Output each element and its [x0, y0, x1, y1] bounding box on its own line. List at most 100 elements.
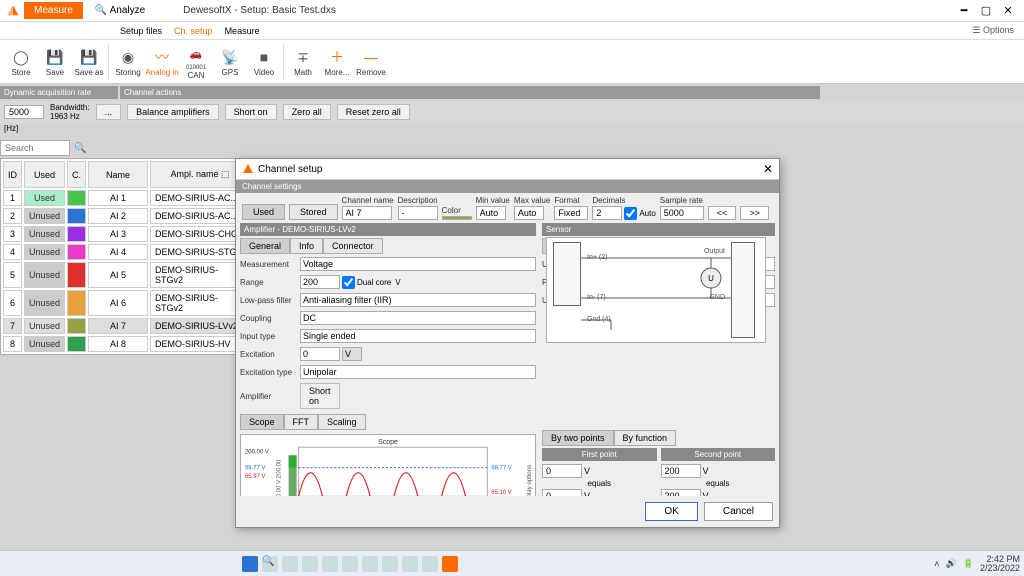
ribbon-remove[interactable]: —Remove — [354, 46, 388, 77]
tab-fft[interactable]: FFT — [284, 414, 319, 430]
more-rate-button[interactable]: ... — [96, 104, 122, 120]
explorer-icon[interactable] — [302, 556, 318, 572]
next-channel-button[interactable]: >> — [740, 206, 769, 220]
ok-button[interactable]: OK — [645, 502, 697, 521]
plus-icon: ＋ — [320, 46, 354, 68]
svg-text:Scope: Scope — [378, 439, 398, 446]
second-point-header: Second point — [661, 448, 776, 461]
svg-text:U: U — [708, 274, 714, 283]
ribbon-more[interactable]: ＋More... — [320, 46, 354, 77]
options-link[interactable]: ☰ Options — [972, 25, 1024, 36]
dialog-titlebar: Channel setup ✕ — [236, 159, 779, 180]
dualcore-checkbox[interactable] — [342, 276, 355, 289]
excitation-unit[interactable]: V — [342, 347, 362, 361]
tray-wifi-icon[interactable]: 🔊 — [946, 558, 957, 569]
inputtype-select[interactable]: Single ended — [300, 329, 536, 343]
ribbon-math[interactable]: ∓Math — [286, 46, 320, 77]
tab-two-points[interactable]: By two points — [542, 430, 614, 446]
minimize-icon[interactable]: ━ — [954, 4, 974, 17]
decimals-input[interactable] — [592, 206, 622, 220]
svg-text:Display options: Display options — [527, 465, 533, 496]
ribbon-video[interactable]: ■Video — [247, 46, 281, 77]
ribbon-can[interactable]: 🚗010001CAN — [179, 43, 213, 80]
stored-toggle[interactable]: Stored — [289, 204, 338, 220]
p2-input-a[interactable] — [661, 464, 701, 478]
tab-connector[interactable]: Connector — [323, 238, 383, 254]
color-picker[interactable] — [442, 216, 472, 220]
subtab-setup-files[interactable]: Setup files — [120, 26, 162, 36]
range-select[interactable]: 200 — [300, 275, 340, 289]
col-color[interactable]: C. — [67, 161, 86, 188]
svg-text:65.10 V: 65.10 V — [491, 490, 511, 496]
amplifier-header: Amplifier - DEMO-SIRIUS-LVv2 — [240, 223, 536, 236]
measurement-select[interactable]: Voltage — [300, 257, 536, 271]
app4-icon[interactable] — [422, 556, 438, 572]
channel-settings-row: Used Stored Channel name Description Col… — [236, 193, 779, 223]
resetzero-button[interactable]: Reset zero all — [337, 104, 410, 120]
auto-decimals-checkbox[interactable] — [624, 207, 637, 220]
system-tray[interactable]: ˄ 🔊 🔋 2:42 PM 2/23/2022 — [934, 555, 1020, 573]
start-icon[interactable] — [242, 556, 258, 572]
used-toggle[interactable]: Used — [242, 204, 285, 220]
coupling-select[interactable]: DC — [300, 311, 536, 325]
app2-icon[interactable] — [382, 556, 398, 572]
edge-icon[interactable] — [322, 556, 338, 572]
ribbon-storing[interactable]: ◉Storing — [111, 46, 145, 77]
search-task-icon[interactable]: 🔍 — [262, 556, 278, 572]
balance-button[interactable]: Balance amplifiers — [127, 104, 219, 120]
ribbon-gps[interactable]: 📡GPS — [213, 46, 247, 77]
dewesoft-task-icon[interactable] — [442, 556, 458, 572]
format-select[interactable]: Fixed — [554, 206, 588, 220]
min-input[interactable] — [476, 206, 506, 220]
tab-general[interactable]: General — [240, 238, 290, 254]
prev-channel-button[interactable]: << — [708, 206, 737, 220]
col-id[interactable]: ID — [3, 161, 22, 188]
description-input[interactable] — [398, 206, 438, 220]
subtab-measure[interactable]: Measure — [225, 26, 260, 36]
maximize-icon[interactable]: ▢ — [976, 4, 996, 17]
excitation-select[interactable]: 0 — [300, 347, 340, 361]
close-icon[interactable]: ✕ — [998, 4, 1018, 17]
app3-icon[interactable] — [402, 556, 418, 572]
channel-name-input[interactable] — [342, 206, 392, 220]
max-input[interactable] — [514, 206, 544, 220]
shorton-button[interactable]: Short on — [225, 104, 277, 120]
ribbon-saveas[interactable]: 💾Save as — [72, 46, 106, 77]
sample-rate-select[interactable]: 5000 — [660, 206, 704, 220]
search-input[interactable] — [0, 140, 70, 156]
store-icon[interactable] — [342, 556, 358, 572]
tab-scope[interactable]: Scope — [240, 414, 284, 430]
ribbon-save[interactable]: 💾Save — [38, 46, 72, 77]
tab-by-function[interactable]: By function — [614, 430, 677, 446]
tab-info[interactable]: Info — [290, 238, 323, 254]
analyze-label: Analyze — [110, 5, 146, 16]
first-point-header: First point — [542, 448, 657, 461]
p1-input-b[interactable] — [542, 489, 582, 496]
taskview-icon[interactable] — [282, 556, 298, 572]
rate-select[interactable]: 5000 — [4, 105, 44, 119]
ribbon-store[interactable]: ◯Store — [4, 46, 38, 77]
zeroall-button[interactable]: Zero all — [283, 104, 331, 120]
col-name[interactable]: Name — [88, 161, 148, 188]
mode-analyze-tab[interactable]: 🔍 Analyze — [87, 2, 153, 19]
col-used[interactable]: Used — [24, 161, 65, 188]
tray-battery-icon[interactable]: 🔋 — [963, 558, 974, 569]
cancel-button[interactable]: Cancel — [704, 502, 773, 521]
exctype-select[interactable]: Unipolar — [300, 365, 536, 379]
p1-input-a[interactable] — [542, 464, 582, 478]
amplifier-shorton-button[interactable]: Short on — [300, 383, 340, 409]
camera-icon: ■ — [247, 46, 281, 68]
car-icon: 🚗 — [179, 43, 213, 65]
tab-scaling[interactable]: Scaling — [318, 414, 366, 430]
ribbon-analogin[interactable]: 〰Analog in — [145, 46, 179, 77]
mode-measure-tab[interactable]: Measure — [24, 2, 83, 19]
tray-chevron-icon[interactable]: ˄ — [934, 559, 939, 569]
p2-input-b[interactable] — [661, 489, 701, 496]
lpf-select[interactable]: Anti-aliasing filter (IIR) — [300, 293, 536, 307]
dialog-close-icon[interactable]: ✕ — [763, 162, 773, 176]
dyn-acq-header: Dynamic acquisition rate — [0, 86, 118, 99]
search-icon[interactable]: 🔍 — [74, 143, 86, 154]
subtab-ch-setup[interactable]: Ch. setup — [174, 26, 213, 36]
saveas-icon: 💾 — [72, 46, 106, 68]
app1-icon[interactable] — [362, 556, 378, 572]
